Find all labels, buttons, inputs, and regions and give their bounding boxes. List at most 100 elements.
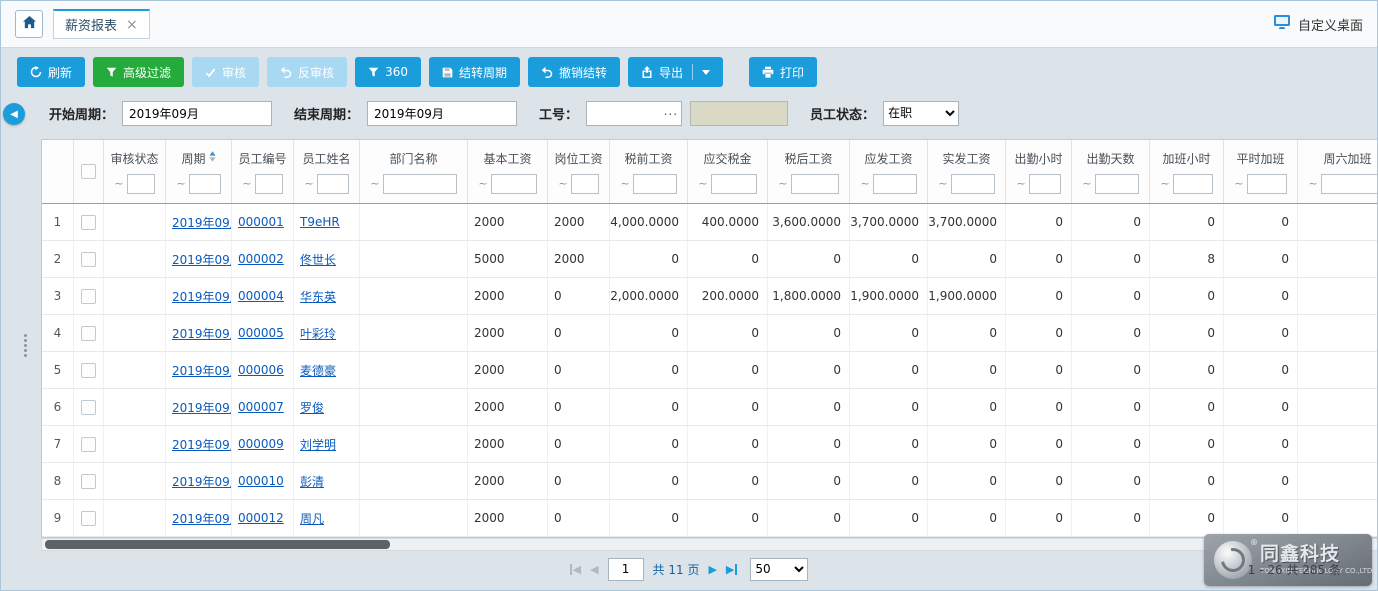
scrollbar-thumb[interactable] bbox=[45, 540, 390, 549]
filter-input-period[interactable] bbox=[189, 174, 221, 194]
emp_name-link[interactable]: 佟世长 bbox=[300, 251, 336, 268]
emp_name-link[interactable]: 华东英 bbox=[300, 288, 336, 305]
emp_no-link[interactable]: 000006 bbox=[238, 363, 284, 377]
emp_no-link[interactable]: 000005 bbox=[238, 326, 284, 340]
row-checkbox[interactable] bbox=[81, 437, 96, 452]
emp_name-link[interactable]: 罗俊 bbox=[300, 399, 324, 416]
filter-operator-icon[interactable]: ~ bbox=[478, 177, 487, 190]
filter-operator-icon[interactable]: ~ bbox=[938, 177, 947, 190]
filter-operator-icon[interactable]: ~ bbox=[620, 177, 629, 190]
start-period-input[interactable] bbox=[122, 101, 272, 126]
filter-operator-icon[interactable]: ~ bbox=[370, 177, 379, 190]
period-link[interactable]: 2019年09月 bbox=[172, 214, 232, 231]
table-row[interactable]: 22019年09月000002佟世长500020000000000800 bbox=[42, 241, 1378, 278]
employee-status-select[interactable]: 在职 bbox=[883, 101, 959, 126]
customize-desktop-button[interactable]: 自定义桌面 bbox=[1273, 14, 1363, 34]
row-checkbox[interactable] bbox=[81, 400, 96, 415]
emp_no-link[interactable]: 000012 bbox=[238, 511, 284, 525]
period-link[interactable]: 2019年09月 bbox=[172, 362, 232, 379]
filter-input-actual[interactable] bbox=[951, 174, 995, 194]
filter-input-weekday_ot[interactable] bbox=[1247, 174, 1287, 194]
period-link[interactable]: 2019年09月 bbox=[172, 436, 232, 453]
table-row[interactable]: 52019年09月000006麦德豪200000000000000 bbox=[42, 352, 1378, 389]
horizontal-scrollbar[interactable] bbox=[41, 538, 1378, 551]
dropdown-caret-icon[interactable] bbox=[692, 64, 710, 80]
export-button[interactable]: 导出 bbox=[628, 57, 723, 87]
emp_no-link[interactable]: 000004 bbox=[238, 289, 284, 303]
row-checkbox[interactable] bbox=[81, 215, 96, 230]
print-button[interactable]: 打印 bbox=[749, 57, 817, 87]
filter-operator-icon[interactable]: ~ bbox=[176, 177, 185, 190]
filter-operator-icon[interactable]: ~ bbox=[778, 177, 787, 190]
select-all-checkbox[interactable] bbox=[81, 164, 96, 179]
reverse-audit-button[interactable]: 反审核 bbox=[267, 57, 347, 87]
emp_name-link[interactable]: 麦德豪 bbox=[300, 362, 336, 379]
period-link[interactable]: 2019年09月 bbox=[172, 251, 232, 268]
panel-drag-handle[interactable] bbox=[22, 332, 28, 359]
filter-operator-icon[interactable]: ~ bbox=[114, 177, 123, 190]
filter-input-base_salary[interactable] bbox=[491, 174, 537, 194]
row-checkbox[interactable] bbox=[81, 363, 96, 378]
tab-salary-report[interactable]: 薪资报表 × bbox=[53, 9, 150, 39]
filter-input-aftertax[interactable] bbox=[791, 174, 839, 194]
emp_name-link[interactable]: 周凡 bbox=[300, 510, 324, 527]
last-page-button[interactable]: ▶ bbox=[726, 564, 737, 575]
filter-input-tax[interactable] bbox=[711, 174, 757, 194]
prev-page-button[interactable]: ◀ bbox=[590, 564, 598, 575]
emp_no-link[interactable]: 000010 bbox=[238, 474, 284, 488]
filter-operator-icon[interactable]: ~ bbox=[1160, 177, 1169, 190]
filter-operator-icon[interactable]: ~ bbox=[698, 177, 707, 190]
filter-input-dept[interactable] bbox=[383, 174, 457, 194]
filter-input-ot_hours[interactable] bbox=[1173, 174, 1213, 194]
emp_name-link[interactable]: 刘学明 bbox=[300, 436, 336, 453]
page-size-select[interactable]: 50 bbox=[750, 558, 808, 581]
filter-input-audit_status[interactable] bbox=[127, 174, 155, 194]
filter-operator-icon[interactable]: ~ bbox=[304, 177, 313, 190]
emp_name-link[interactable]: 叶彩玲 bbox=[300, 325, 336, 342]
emp_no-link[interactable]: 000001 bbox=[238, 215, 284, 229]
filter-input-post_salary[interactable] bbox=[571, 174, 599, 194]
end-period-input[interactable] bbox=[367, 101, 517, 126]
filter-operator-icon[interactable]: ~ bbox=[558, 177, 567, 190]
advanced-filter-button[interactable]: 高级过滤 bbox=[93, 57, 184, 87]
home-button[interactable] bbox=[15, 10, 43, 38]
first-page-button[interactable]: ◀ bbox=[570, 564, 581, 575]
tab-close-icon[interactable]: × bbox=[126, 18, 138, 32]
row-checkbox[interactable] bbox=[81, 252, 96, 267]
filter-input-emp_name[interactable] bbox=[317, 174, 349, 194]
period-link[interactable]: 2019年09月 bbox=[172, 399, 232, 416]
filter-operator-icon[interactable]: ~ bbox=[1082, 177, 1091, 190]
refresh-button[interactable]: 刷新 bbox=[17, 57, 85, 87]
filter-operator-icon[interactable]: ~ bbox=[860, 177, 869, 190]
filter-input-payable[interactable] bbox=[873, 174, 917, 194]
row-checkbox[interactable] bbox=[81, 326, 96, 341]
ellipsis-lookup-button[interactable]: ... bbox=[664, 104, 678, 118]
filter-operator-icon[interactable]: ~ bbox=[242, 177, 251, 190]
collapse-panel-button[interactable]: ◀ bbox=[3, 103, 25, 125]
emp_no-link[interactable]: 000002 bbox=[238, 252, 284, 266]
table-row[interactable]: 12019年09月000001T9eHR200020004,000.000040… bbox=[42, 204, 1378, 241]
table-row[interactable]: 62019年09月000007罗俊200000000000000 bbox=[42, 389, 1378, 426]
carryover-period-button[interactable]: 结转周期 bbox=[429, 57, 520, 87]
table-row[interactable]: 82019年09月000010彭清200000000000000 bbox=[42, 463, 1378, 500]
period-link[interactable]: 2019年09月 bbox=[172, 288, 232, 305]
filter-input-sat_ot[interactable] bbox=[1321, 174, 1378, 194]
filter-operator-icon[interactable]: ~ bbox=[1234, 177, 1243, 190]
audit-button[interactable]: 审核 bbox=[192, 57, 259, 87]
filter-input-att_hours[interactable] bbox=[1029, 174, 1061, 194]
period-link[interactable]: 2019年09月 bbox=[172, 510, 232, 527]
column-label-period[interactable]: 周期 bbox=[181, 150, 205, 167]
table-row[interactable]: 92019年09月000012周凡200000000000000 bbox=[42, 500, 1378, 537]
filter-operator-icon[interactable]: ~ bbox=[1016, 177, 1025, 190]
table-row[interactable]: 32019年09月000004华东英200002,000.0000200.000… bbox=[42, 278, 1378, 315]
period-link[interactable]: 2019年09月 bbox=[172, 325, 232, 342]
period-link[interactable]: 2019年09月 bbox=[172, 473, 232, 490]
emp_no-link[interactable]: 000009 bbox=[238, 437, 284, 451]
table-row[interactable]: 42019年09月000005叶彩玲200000000000000 bbox=[42, 315, 1378, 352]
page-number-input[interactable] bbox=[608, 558, 644, 581]
emp_name-link[interactable]: T9eHR bbox=[300, 215, 340, 229]
filter-input-pretax[interactable] bbox=[633, 174, 677, 194]
table-row[interactable]: 72019年09月000009刘学明200000000000000 bbox=[42, 426, 1378, 463]
emp_name-link[interactable]: 彭清 bbox=[300, 473, 324, 490]
next-page-button[interactable]: ▶ bbox=[708, 564, 716, 575]
